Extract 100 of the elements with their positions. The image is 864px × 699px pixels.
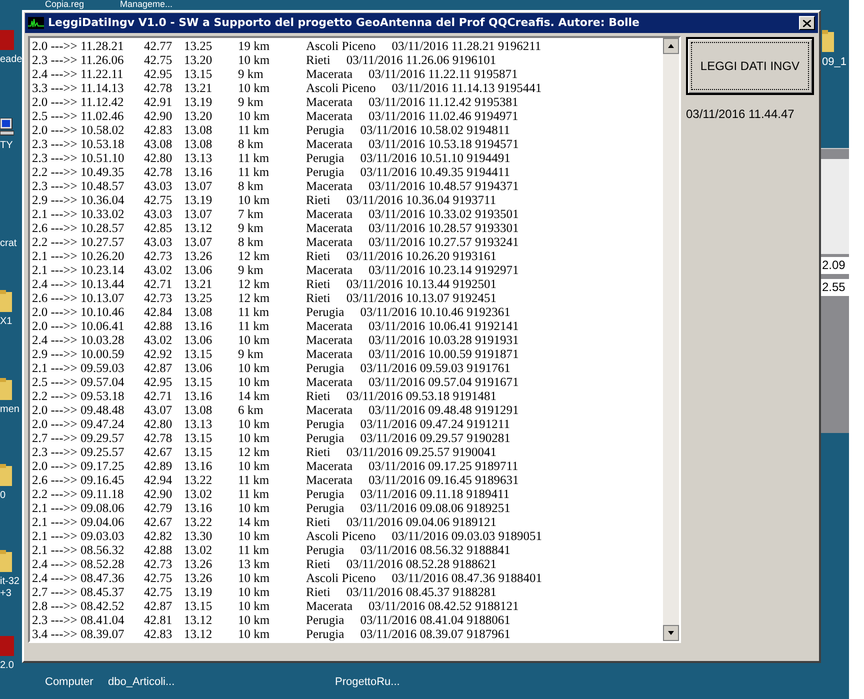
close-button[interactable] [799,16,815,30]
desktop-icon-label[interactable]: Computer [45,676,94,689]
depth: 11 km [238,487,270,501]
event-time: 2.0 --->> 11.12.42 [32,95,125,109]
longitude: 13.26 [184,571,214,585]
longitude: 13.22 [184,515,214,529]
place: Macerata [306,109,352,123]
depth: 10 km [238,417,271,431]
event-time: 2.5 --->> 11.02.46 [32,109,125,123]
window-title: LeggiDatiIngv V1.0 - SW a Supporto del progetto GeoAntenna del Prof QQCreafis. Autore: Bolle [48,14,640,31]
latitude: 42.73 [144,291,174,305]
desktop-icon-label[interactable]: crat [0,238,17,250]
place: Rieti [306,445,330,459]
desktop-icon-label[interactable]: it-32 +3 [0,576,20,600]
event-time: 2.4 --->> 10.13.44 [32,277,126,291]
latitude: 43.07 [144,403,174,417]
event-time: 2.9 --->> 10.00.59 [32,347,126,361]
depth: 11 km [238,151,270,165]
folder-icon [822,30,834,52]
latitude: 42.87 [144,599,174,613]
depth: 11 km [238,165,270,179]
desktop-icon-label[interactable]: 2.0 [0,660,14,672]
event-timestamp: 03/11/2016 10.00.59 9191871 [368,347,519,361]
longitude: 13.16 [184,459,214,473]
latitude: 42.83 [144,627,174,641]
event-timestamp: 03/11/2016 08.41.04 9188061 [360,613,510,627]
desktop-icon-label[interactable]: men [0,404,20,416]
depth: 11 km [238,319,270,333]
app-icon [0,30,14,50]
place: Macerata [306,473,352,487]
event-timestamp: 03/11/2016 10.10.46 9192361 [360,305,510,319]
event-time: 2.2 --->> 10.49.35 [32,165,126,179]
longitude: 13.30 [184,529,214,543]
longitude: 13.20 [184,109,214,123]
value-field: 2.55 [818,279,849,296]
latitude: 42.71 [144,389,174,403]
event-timestamp: 03/11/2016 09.53.18 9191481 [346,389,497,403]
value-field: 2.09 [818,257,849,274]
place: Ascoli Piceno [306,571,376,585]
latitude: 42.71 [144,277,174,291]
event-time: 2.3 --->> 10.53.18 [32,137,126,151]
event-time: 2.1 --->> 09.59.03 [32,361,126,375]
desktop-icon-label[interactable]: Copia.reg [45,0,84,9]
place: Rieti [306,291,330,305]
desktop-icon-label[interactable]: Manageme... [120,0,173,9]
latitude: 42.75 [144,193,174,207]
event-time: 2.9 --->> 10.36.04 [32,193,126,207]
depth: 9 km [238,95,264,109]
desktop-icon-label[interactable]: dbo_Articoli... [108,676,175,689]
event-timestamp: 03/11/2016 08.42.52 9188121 [368,599,519,613]
desktop-icon-label[interactable]: ProgettoRu... [335,676,400,689]
latitude: 43.08 [144,137,174,151]
depth: 6 km [238,403,264,417]
place: Perugia [306,487,344,501]
longitude: 13.08 [184,403,214,417]
longitude: 13.07 [184,207,214,221]
folder-icon [0,290,12,312]
place: Perugia [306,627,344,641]
desktop-icon-label[interactable]: TY [0,140,13,152]
latitude: 42.91 [144,95,174,109]
scrollbar[interactable] [663,38,679,641]
place: Rieti [306,515,330,529]
latitude: 43.03 [144,207,174,221]
desktop-icon-label[interactable]: X1 [0,316,12,328]
depth: 7 km [238,207,264,221]
event-time: 2.1 --->> 09.04.06 [32,515,126,529]
event-timestamp: 03/11/2016 08.47.36 9188401 [392,571,542,585]
event-time: 2.1 --->> 10.26.20 [32,249,126,263]
place: Macerata [306,375,352,389]
read-data-button[interactable]: LEGGI DATI INGV [686,37,814,95]
latitude: 43.02 [144,263,174,277]
latitude: 42.80 [144,417,174,431]
desktop-icon-label[interactable]: 09_1 [822,56,846,69]
event-timestamp: 03/11/2016 09.17.25 9189711 [368,459,518,473]
desktop-icon-label[interactable]: 0 [0,490,6,502]
place: Macerata [306,221,352,235]
depth: 11 km [238,123,270,137]
event-timestamp: 03/11/2016 10.13.44 9192501 [346,277,497,291]
event-timestamp: 03/11/2016 09.16.45 9189631 [368,473,519,487]
latitude: 43.03 [144,235,174,249]
depth: 10 km [238,613,271,627]
longitude: 13.12 [184,221,214,235]
event-timestamp: 03/11/2016 10.58.02 9194811 [360,123,510,137]
depth: 10 km [238,627,271,641]
event-time: 2.1 --->> 09.08.06 [32,501,126,515]
place: Macerata [306,599,352,613]
waveform-icon [28,17,44,29]
event-time: 2.1 --->> 10.23.14 [32,263,126,277]
depth: 14 km [238,389,271,403]
event-time: 2.0 --->> 09.47.24 [32,417,126,431]
depth: 10 km [238,571,271,585]
depth: 14 km [238,515,271,529]
longitude: 13.02 [184,543,214,557]
place: Rieti [306,249,330,263]
latitude: 42.89 [144,459,174,473]
event-timestamp: 03/11/2016 10.33.02 9193501 [368,207,519,221]
longitude: 13.15 [184,347,214,361]
latitude: 42.88 [144,319,174,333]
desktop-icon-label[interactable]: eade [0,54,22,66]
place: Macerata [306,459,352,473]
